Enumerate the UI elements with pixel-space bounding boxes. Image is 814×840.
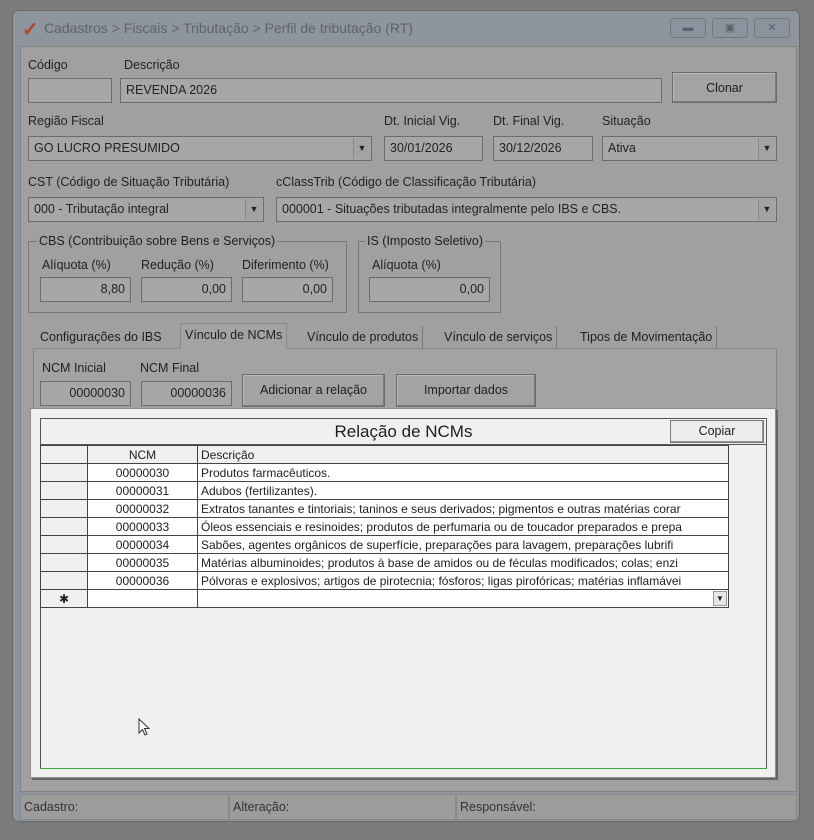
column-header-ncm[interactable]: NCM <box>87 445 198 464</box>
row-selector[interactable] <box>40 481 88 500</box>
ncm-cell[interactable]: 00000033 <box>87 517 198 536</box>
cclass-label: cClassTrib (Código de Classificação Trib… <box>276 175 537 189</box>
column-header-descricao[interactable]: Descrição <box>197 445 729 464</box>
cbs-diferimento-field[interactable]: 0,00 <box>242 277 333 302</box>
minimize-button[interactable]: ▬ <box>670 18 706 38</box>
chevron-down-icon[interactable]: ▼ <box>758 138 775 159</box>
cbs-reducao-field[interactable]: 0,00 <box>141 277 232 302</box>
new-row-marker: ✱ <box>40 589 88 608</box>
dt-final-field[interactable]: 30/12/2026 <box>493 136 593 161</box>
cclass-value: 000001 - Situações tributadas integralme… <box>282 202 622 216</box>
chevron-down-icon[interactable]: ▼ <box>245 199 262 220</box>
cbs-reducao-label: Redução (%) <box>141 258 214 272</box>
table-row[interactable]: 00000036 Pólvoras e explosivos; artigos d… <box>40 571 729 590</box>
situacao-select[interactable]: Ativa ▼ <box>602 136 777 161</box>
situacao-label: Situação <box>602 114 651 128</box>
app-logo: ✓ <box>22 19 39 41</box>
ncm-final-field[interactable]: 00000036 <box>141 381 232 406</box>
cbs-aliquota-label: Alíquota (%) <box>42 258 111 272</box>
importar-dados-button[interactable]: Importar dados <box>396 374 536 407</box>
ncm-cell[interactable]: 00000035 <box>87 553 198 572</box>
codigo-label: Código <box>28 58 68 72</box>
chevron-down-icon[interactable]: ▼ <box>353 138 370 159</box>
row-selector[interactable] <box>40 499 88 518</box>
tab-configuracoes-ibs[interactable]: Configurações do IBS <box>36 326 166 349</box>
regiao-value: GO LUCRO PRESUMIDO <box>34 141 180 155</box>
cclass-select[interactable]: 000001 - Situações tributadas integralme… <box>276 197 777 222</box>
table-row[interactable]: 00000034 Sabões, agentes orgânicos de sup… <box>40 535 729 554</box>
descricao-cell[interactable]: Sabões, agentes orgânicos de superfície,… <box>197 535 729 554</box>
is-aliquota-label: Alíquota (%) <box>372 258 441 272</box>
close-button[interactable]: ✕ <box>754 18 790 38</box>
descricao-cell[interactable]: Matérias albuminoides; produtos à base d… <box>197 553 729 572</box>
descricao-cell[interactable]: Produtos farmacêuticos. <box>197 463 729 482</box>
copiar-button[interactable]: Copiar <box>670 420 764 443</box>
table-row[interactable]: 00000031 Adubos (fertilizantes). <box>40 481 729 500</box>
ncm-cell[interactable]: 00000031 <box>87 481 198 500</box>
window-title: Cadastros > Fiscais > Tributação > Perfi… <box>44 20 413 36</box>
table-row[interactable]: 00000035 Matérias albuminoides; produtos … <box>40 553 729 572</box>
row-selector[interactable] <box>40 517 88 536</box>
table-row[interactable]: 00000030 Produtos farmacêuticos. <box>40 463 729 482</box>
descricao-cell[interactable]: Extratos tanantes e tintoriais; taninos … <box>197 499 729 518</box>
cbs-diferimento-label: Diferimento (%) <box>242 258 329 272</box>
status-responsavel: Responsável: <box>456 794 797 820</box>
table-row[interactable]: 00000032 Extratos tanantes e tintoriais; … <box>40 499 729 518</box>
chevron-down-icon[interactable]: ▼ <box>713 591 727 606</box>
descricao-label: Descrição <box>124 58 180 72</box>
dt-inicial-field[interactable]: 30/01/2026 <box>384 136 483 161</box>
descricao-cell[interactable]: Óleos essenciais e resinoides; produtos … <box>197 517 729 536</box>
ncm-cell[interactable]: 00000034 <box>87 535 198 554</box>
row-selector[interactable] <box>40 553 88 572</box>
new-row-descricao[interactable]: ▼ <box>197 589 729 608</box>
row-selector-header <box>40 445 88 464</box>
cbs-title: CBS (Contribuição sobre Bens e Serviços) <box>37 234 278 248</box>
clonar-button[interactable]: Clonar <box>672 72 777 103</box>
ncm-inicial-field[interactable]: 00000030 <box>40 381 131 406</box>
regiao-select[interactable]: GO LUCRO PRESUMIDO ▼ <box>28 136 372 161</box>
situacao-value: Ativa <box>608 141 636 155</box>
is-aliquota-field[interactable]: 0,00 <box>369 277 490 302</box>
ncm-inicial-label: NCM Inicial <box>42 361 106 375</box>
descricao-field[interactable]: REVENDA 2026 <box>120 78 662 103</box>
row-selector[interactable] <box>40 571 88 590</box>
adicionar-relacao-button[interactable]: Adicionar a relação <box>242 374 385 407</box>
row-selector[interactable] <box>40 535 88 554</box>
cbs-aliquota-field[interactable]: 8,80 <box>40 277 131 302</box>
ncm-final-label: NCM Final <box>140 361 200 375</box>
table-row[interactable]: 00000033 Óleos essenciais e resinoides; p… <box>40 517 729 536</box>
tab-vinculo-ncms[interactable]: Vínculo de NCMs <box>180 323 288 349</box>
ncm-cell[interactable]: 00000032 <box>87 499 198 518</box>
codigo-field[interactable] <box>28 78 112 103</box>
status-cadastro: Cadastro: <box>20 794 229 820</box>
regiao-label: Região Fiscal <box>28 114 104 128</box>
tab-vinculo-produtos[interactable]: Vínculo de produtos <box>303 326 424 349</box>
mouse-cursor-icon <box>138 718 151 736</box>
cst-select[interactable]: 000 - Tributação integral ▼ <box>28 197 264 222</box>
dt-inicial-label: Dt. Inicial Vig. <box>384 114 461 128</box>
tab-tipos-movimentacao[interactable]: Tipos de Movimentação <box>576 326 718 349</box>
descricao-cell[interactable]: Pólvoras e explosivos; artigos de pirote… <box>197 571 729 590</box>
new-row[interactable]: ✱ ▼ <box>40 589 729 608</box>
grid-title: Relação de NCMs <box>41 419 766 445</box>
ncm-cell[interactable]: 00000036 <box>87 571 198 590</box>
tab-vinculo-servicos[interactable]: Vínculo de serviços <box>440 326 558 349</box>
ncm-cell[interactable]: 00000030 <box>87 463 198 482</box>
maximize-button[interactable]: ▣ <box>712 18 748 38</box>
grid-header: NCM Descrição <box>40 445 729 464</box>
descricao-cell[interactable]: Adubos (fertilizantes). <box>197 481 729 500</box>
status-alteracao: Alteração: <box>229 794 456 820</box>
cst-label: CST (Código de Situação Tributária) <box>28 175 230 189</box>
ncm-grid: NCM Descrição 00000030 Produtos farmacêut… <box>40 445 729 608</box>
dt-final-label: Dt. Final Vig. <box>493 114 565 128</box>
cst-value: 000 - Tributação integral <box>34 202 169 216</box>
new-row-ncm[interactable] <box>87 589 198 608</box>
row-selector[interactable] <box>40 463 88 482</box>
chevron-down-icon[interactable]: ▼ <box>758 199 775 220</box>
is-title: IS (Imposto Seletivo) <box>365 234 486 248</box>
